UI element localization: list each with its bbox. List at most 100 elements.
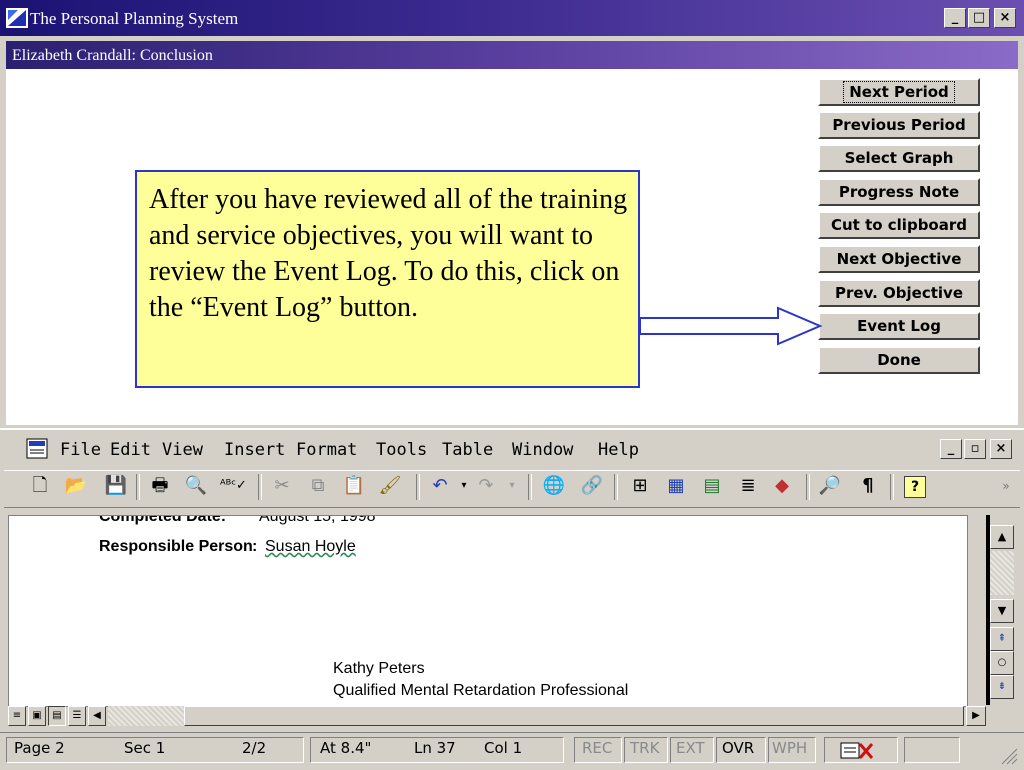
app-title-bar: The Personal Planning System _ □ × bbox=[0, 0, 1024, 36]
spelling-icon[interactable]: ᴬᴮᶜ✓ bbox=[220, 474, 247, 498]
menu-insert[interactable]: Insert bbox=[224, 440, 285, 460]
spelling-status-icon[interactable] bbox=[840, 741, 876, 761]
signature-name: Kathy Peters bbox=[333, 660, 425, 677]
status-line: Ln 37 bbox=[414, 739, 456, 757]
scroll-up-icon[interactable]: ▲ bbox=[990, 525, 1014, 549]
ext-indicator[interactable]: EXT bbox=[676, 739, 705, 757]
undo-dropdown-icon[interactable]: ▾ bbox=[452, 474, 476, 498]
wph-indicator[interactable]: WPH bbox=[772, 739, 807, 757]
toolbar-separator bbox=[258, 474, 262, 500]
scroll-down-icon[interactable]: ▼ bbox=[990, 599, 1014, 623]
next-period-button[interactable]: Next Period bbox=[818, 78, 980, 106]
document-area[interactable]: Completed Date: August 15, 1998 Responsi… bbox=[8, 515, 968, 707]
toolbar-separator bbox=[806, 474, 810, 500]
save-disk-icon[interactable]: 💾 bbox=[104, 474, 128, 498]
minimize-icon[interactable]: _ bbox=[944, 8, 966, 28]
vertical-scrollbar[interactable]: ▲ ▼ ⇞ ○ ⇟ bbox=[986, 515, 1016, 705]
undo-icon[interactable]: ↶ bbox=[428, 474, 452, 498]
menu-file[interactable]: File bbox=[60, 440, 101, 460]
completed-date-value: August 15, 1998 bbox=[259, 515, 376, 525]
completed-date-label: Completed Date: bbox=[99, 515, 227, 525]
horizontal-scrollbar[interactable]: ≡ ▣ ▤ ☰ ◀ ▶ bbox=[8, 706, 988, 728]
toolbar-separator bbox=[890, 474, 894, 500]
columns-icon[interactable]: ≣ bbox=[736, 474, 760, 498]
drawing-icon[interactable]: ◆ bbox=[770, 474, 794, 498]
resize-grip-icon[interactable] bbox=[998, 745, 1018, 765]
open-folder-icon[interactable]: 📂 bbox=[64, 474, 88, 498]
maximize-icon[interactable]: □ bbox=[968, 8, 990, 28]
copy-icon[interactable]: ⧉ bbox=[306, 474, 330, 498]
menu-view[interactable]: View bbox=[162, 440, 203, 460]
prev-objective-button[interactable]: Prev. Objective bbox=[818, 279, 980, 307]
format-painter-icon[interactable]: 🖌 bbox=[378, 474, 402, 498]
normal-view-icon[interactable]: ≡ bbox=[8, 706, 26, 726]
doc-close-icon[interactable]: × bbox=[990, 439, 1012, 459]
document-map-icon[interactable]: 🔎 bbox=[818, 474, 842, 498]
status-at: At 8.4" bbox=[320, 739, 372, 757]
close-icon[interactable]: × bbox=[994, 8, 1016, 28]
cut-icon[interactable]: ✂ bbox=[270, 474, 294, 498]
scroll-track-horizontal[interactable] bbox=[108, 706, 184, 726]
redo-dropdown-icon[interactable]: ▾ bbox=[500, 474, 524, 498]
toolbar-separator bbox=[416, 474, 420, 500]
menu-window[interactable]: Window bbox=[512, 440, 573, 460]
print-preview-icon[interactable]: 🔍 bbox=[184, 474, 208, 498]
event-log-button[interactable]: Event Log bbox=[818, 312, 980, 340]
done-button[interactable]: Done bbox=[818, 346, 980, 374]
print-layout-view-icon[interactable]: ▤ bbox=[48, 706, 66, 726]
doc-restore-icon[interactable]: ▫ bbox=[964, 439, 986, 459]
app-logo-icon bbox=[6, 8, 28, 28]
select-graph-button[interactable]: Select Graph bbox=[818, 144, 980, 172]
next-page-icon[interactable]: ⇟ bbox=[990, 675, 1014, 699]
rec-indicator[interactable]: REC bbox=[582, 739, 612, 757]
menu-tools[interactable]: Tools bbox=[376, 440, 427, 460]
menu-edit[interactable]: Edit bbox=[110, 440, 151, 460]
scroll-track[interactable] bbox=[990, 551, 1014, 595]
scroll-right-icon[interactable]: ▶ bbox=[966, 706, 986, 726]
new-document-icon[interactable]: 🗋 bbox=[28, 474, 52, 498]
doc-minimize-icon[interactable]: _ bbox=[940, 439, 962, 459]
scroll-thumb-horizontal[interactable] bbox=[184, 706, 964, 726]
cut-to-clipboard-button[interactable]: Cut to clipboard bbox=[818, 211, 980, 239]
outline-view-icon[interactable]: ☰ bbox=[68, 706, 86, 726]
progress-note-button[interactable]: Progress Note bbox=[818, 178, 980, 206]
toolbar-separator bbox=[528, 474, 532, 500]
paste-icon[interactable]: 📋 bbox=[342, 474, 366, 498]
record-header: Elizabeth Crandall: Conclusion bbox=[6, 41, 1018, 69]
insert-excel-icon[interactable]: ▤ bbox=[700, 474, 724, 498]
word-doc-icon[interactable] bbox=[26, 438, 50, 460]
next-objective-button[interactable]: Next Objective bbox=[818, 245, 980, 273]
web-layout-view-icon[interactable]: ▣ bbox=[28, 706, 46, 726]
record-title: Elizabeth Crandall: Conclusion bbox=[12, 47, 213, 64]
menu-table[interactable]: Table bbox=[442, 440, 493, 460]
tables-borders-icon[interactable]: ⊞ bbox=[628, 474, 652, 498]
menu-format[interactable]: Format bbox=[296, 440, 357, 460]
web-toolbar-icon[interactable]: 🌐 bbox=[542, 474, 566, 498]
toolbar-separator bbox=[136, 474, 140, 500]
office-assistant-icon[interactable]: ? bbox=[904, 476, 926, 498]
status-page-count: 2/2 bbox=[242, 739, 267, 757]
responsible-person-value: Susan Hoyle bbox=[265, 538, 356, 555]
ovr-indicator[interactable]: OVR bbox=[722, 739, 754, 757]
redo-icon[interactable]: ↷ bbox=[474, 474, 498, 498]
previous-page-icon[interactable]: ⇞ bbox=[990, 627, 1014, 651]
status-section: Sec 1 bbox=[124, 739, 166, 757]
status-column: Col 1 bbox=[484, 739, 523, 757]
trk-indicator[interactable]: TRK bbox=[630, 739, 659, 757]
responsible-person-label: Responsible Person bbox=[99, 538, 253, 555]
hyperlink-icon[interactable]: 🔗 bbox=[580, 474, 604, 498]
scroll-left-icon[interactable]: ◀ bbox=[88, 706, 106, 726]
print-icon[interactable]: 🖶 bbox=[148, 474, 172, 498]
toolbar-separator bbox=[614, 474, 618, 500]
menu-help[interactable]: Help bbox=[598, 440, 639, 460]
previous-period-button[interactable]: Previous Period bbox=[818, 111, 980, 139]
menu-bar: File Edit View Insert Format Tools Table… bbox=[4, 434, 1020, 464]
status-bar: Page 2 Sec 1 2/2 At 8.4" Ln 37 Col 1 REC… bbox=[0, 732, 1024, 769]
select-browse-object-icon[interactable]: ○ bbox=[990, 651, 1014, 675]
insert-table-icon[interactable]: ▦ bbox=[664, 474, 688, 498]
signature-title: Qualified Mental Retardation Professiona… bbox=[333, 682, 629, 699]
label-colon: : bbox=[252, 538, 258, 555]
more-buttons-icon[interactable]: » bbox=[994, 474, 1018, 498]
arrow-pointer-icon bbox=[639, 306, 823, 346]
show-hide-icon[interactable]: ¶ bbox=[856, 474, 880, 498]
